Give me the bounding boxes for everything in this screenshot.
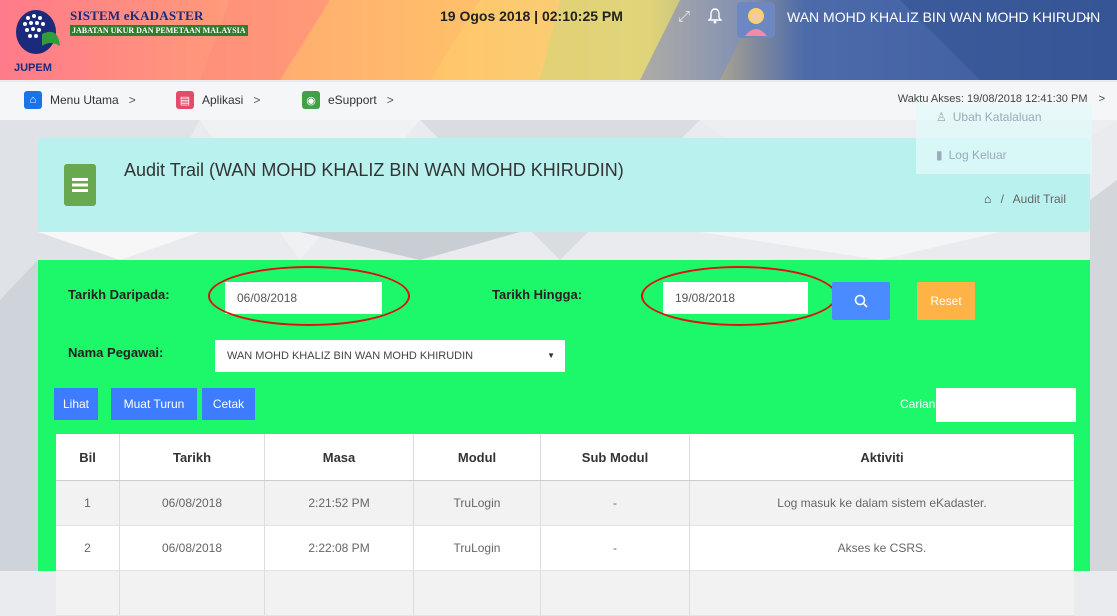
chevron-right-icon: > (1098, 93, 1105, 105)
cell-masa: 2:21:52 PM (264, 480, 414, 526)
logout-icon: ▮ (936, 148, 943, 162)
annotation-circle (208, 266, 410, 326)
support-icon: ◉ (302, 91, 320, 109)
home-icon: ⌂ (24, 91, 42, 109)
jupem-logo[interactable] (14, 6, 68, 68)
header-datetime: 19 Ogos 2018 | 02:10:25 PM (440, 8, 623, 24)
cell-aktiviti: Log masuk ke dalam sistem eKadaster. (689, 480, 1074, 526)
cell-sub-modul: - (540, 480, 690, 526)
from-date-label: Tarikh Daripada: (68, 287, 170, 302)
brand-text: JUPEM (14, 62, 52, 74)
menu-item-esupport[interactable]: ◉ eSupport > (302, 91, 394, 109)
column-header-sub-modul[interactable]: Sub Modul (540, 434, 690, 481)
app-icon: ▤ (176, 91, 194, 109)
chevron-right-icon: > (253, 93, 261, 107)
logout-label: Log Keluar (948, 148, 1007, 162)
app-subtitle: JABATAN UKUR DAN PEMETAAN MALAYSIA (70, 25, 248, 36)
column-header-modul[interactable]: Modul (413, 434, 541, 481)
app-title: SISTEM eKADASTER (70, 8, 204, 23)
to-date-label: Tarikh Hingga: (492, 287, 583, 302)
breadcrumb: ⌂ / Audit Trail (984, 192, 1066, 206)
change-password-item[interactable]: ♙ Ubah Katalaluan (936, 110, 1042, 124)
search-button[interactable] (832, 282, 890, 320)
home-icon[interactable]: ⌂ (984, 192, 991, 206)
search-label: Carian: (900, 397, 939, 411)
menu-item-label: Menu Utama (50, 93, 119, 107)
reset-button[interactable]: Reset (917, 282, 975, 320)
logout-item[interactable]: ▮ Log Keluar (936, 148, 1007, 162)
table-row (56, 570, 1074, 616)
search-icon (854, 294, 868, 308)
column-header-bil[interactable]: Bil (56, 434, 120, 481)
download-button[interactable]: Muat Turun (111, 388, 197, 420)
table-row: 2 06/08/2018 2:22:08 PM TruLogin - Akses… (56, 525, 1074, 571)
cell-tarikh: 06/08/2018 (119, 480, 265, 526)
table-search-input[interactable] (936, 388, 1076, 422)
menu-item-label: eSupport (328, 93, 377, 107)
app-header: JUPEM SISTEM eKADASTER JABATAN UKUR DAN … (0, 0, 1117, 80)
officer-select-value: WAN MOHD KHALIZ BIN WAN MOHD KHIRUDIN (227, 350, 474, 362)
column-header-aktiviti[interactable]: Aktiviti (689, 434, 1074, 481)
cell-sub-modul: - (540, 525, 690, 571)
table-row: 1 06/08/2018 2:21:52 PM TruLogin - Log m… (56, 480, 1074, 526)
chevron-down-icon[interactable]: ⌄ (1083, 9, 1093, 23)
breadcrumb-separator: / (1000, 192, 1004, 206)
cell-bil: 2 (56, 525, 120, 571)
chevron-right-icon: > (128, 93, 136, 107)
view-button[interactable]: Lihat (54, 388, 98, 420)
print-button[interactable]: Cetak (202, 388, 255, 420)
audit-table: Bil Tarikh Masa Modul Sub Modul Aktiviti… (56, 434, 1074, 616)
menu-item-menu-utama[interactable]: ⌂ Menu Utama > (24, 91, 136, 109)
user-dropdown: ♙ Ubah Katalaluan ▮ Log Keluar (916, 104, 1092, 174)
officer-label: Nama Pegawai: (68, 345, 164, 360)
user-avatar[interactable] (737, 2, 775, 38)
annotation-circle (641, 266, 837, 326)
caret-down-icon: ▼ (547, 351, 555, 360)
cell-bil: 1 (56, 480, 120, 526)
change-password-label: Ubah Katalaluan (952, 110, 1042, 124)
cell-aktiviti: Akses ke CSRS. (689, 525, 1074, 571)
cell-tarikh: 06/08/2018 (119, 525, 265, 571)
user-name[interactable]: WAN MOHD KHALIZ BIN WAN MOHD KHIRUDIN (787, 9, 1100, 25)
menu-item-label: Aplikasi (202, 93, 244, 107)
breadcrumb-current: Audit Trail (1012, 192, 1066, 206)
chevron-right-icon: > (386, 93, 394, 107)
user-icon: ♙ (936, 110, 947, 124)
column-header-masa[interactable]: Masa (264, 434, 414, 481)
table-header-row: Bil Tarikh Masa Modul Sub Modul Aktiviti (56, 434, 1074, 481)
officer-select[interactable]: WAN MOHD KHALIZ BIN WAN MOHD KHIRUDIN ▼ (215, 340, 565, 372)
menu-item-aplikasi[interactable]: ▤ Aplikasi > (176, 91, 260, 109)
column-header-tarikh[interactable]: Tarikh (119, 434, 265, 481)
cell-modul: TruLogin (413, 525, 541, 571)
bell-icon[interactable] (707, 8, 723, 29)
page-title: Audit Trail (WAN MOHD KHALIZ BIN WAN MOH… (124, 160, 624, 180)
list-icon (64, 164, 96, 206)
fullscreen-icon[interactable]: ⤢ (678, 8, 690, 25)
cell-modul: TruLogin (413, 480, 541, 526)
app-title-block: SISTEM eKADASTER JABATAN UKUR DAN PEMETA… (70, 8, 248, 36)
cell-masa: 2:22:08 PM (264, 525, 414, 571)
